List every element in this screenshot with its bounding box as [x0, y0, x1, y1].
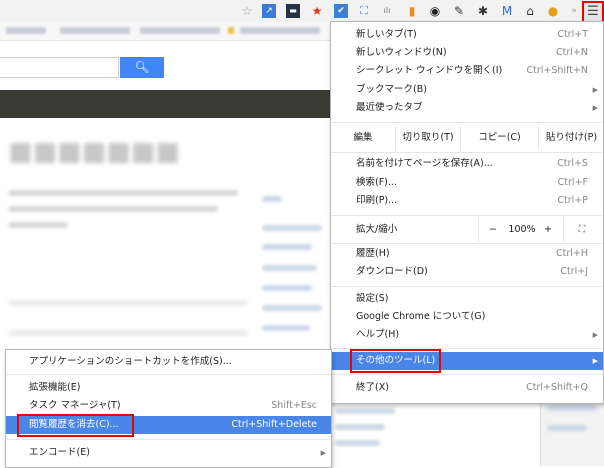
browser-toolbar: ☆ ↗ ▬ ★ ✔ ⛶ ılı ▮ ◉ ✎ ✱ M ⌂ ● » ☰: [0, 0, 604, 23]
annotation-box-more-tools: [350, 349, 441, 373]
extension-icon-6[interactable]: ılı: [380, 4, 394, 18]
fullscreen-icon[interactable]: ⛶: [575, 218, 589, 242]
zoom-row: 拡大/縮小 − 100% + ⛶: [331, 218, 603, 242]
extension-icon-8[interactable]: ◉: [428, 4, 442, 18]
submenu-arrow-icon: ▶: [592, 104, 598, 112]
menu-item-new-window[interactable]: 新しいウィンドウ(N) Ctrl+N: [331, 44, 603, 62]
gear-icon[interactable]: ✱: [476, 4, 490, 18]
menu-item-downloads[interactable]: ダウンロード(D) Ctrl+J: [331, 263, 603, 281]
overflow-icon[interactable]: »: [567, 4, 581, 18]
submenu-arrow-icon: ▶: [592, 86, 598, 94]
extension-icon-3[interactable]: ★: [310, 4, 324, 18]
annotation-box-clear-browsing: [17, 414, 134, 437]
submenu-arrow-icon: ▶: [592, 331, 598, 339]
cut-button[interactable]: 切り取り(T): [395, 126, 460, 150]
blurred-heading: ■■■■■■■: [8, 137, 180, 167]
extension-icon-5[interactable]: ⛶: [357, 4, 371, 18]
menu-item-exit[interactable]: 終了(X) Ctrl+Shift+Q: [331, 379, 603, 397]
submenu-item-task-manager[interactable]: タスク マネージャ(T) Shift+Esc: [6, 397, 331, 415]
menu-item-settings[interactable]: 設定(S): [331, 290, 603, 308]
submenu-arrow-icon: ▶: [592, 357, 598, 365]
edit-label: 編集: [353, 132, 373, 143]
zoom-in-button[interactable]: +: [541, 218, 555, 242]
menu-item-new-tab[interactable]: 新しいタブ(T) Ctrl+T: [331, 26, 603, 44]
eyedropper-icon[interactable]: ✎: [452, 4, 466, 18]
zoom-out-button[interactable]: −: [486, 218, 500, 242]
chrome-menu-button[interactable]: ☰: [582, 1, 604, 23]
extension-icon-4[interactable]: ✔: [334, 4, 348, 18]
zoom-label: 拡大/縮小: [356, 224, 398, 235]
mail-icon[interactable]: M: [500, 4, 514, 18]
menu-item-find[interactable]: 検索(F)... Ctrl+F: [331, 174, 603, 192]
submenu-item-extensions[interactable]: 拡張機能(E): [6, 379, 331, 397]
zoom-level: 100%: [508, 224, 536, 235]
more-tools-submenu: アプリケーションのショートカットを作成(S)... 拡張機能(E) タスク マネ…: [5, 349, 332, 468]
page-header-band: [0, 90, 332, 118]
submenu-arrow-icon: ▶: [320, 449, 326, 457]
extension-icon-1[interactable]: ↗: [262, 4, 276, 18]
chrome-menu: 新しいタブ(T) Ctrl+T 新しいウィンドウ(N) Ctrl+N シークレット …: [330, 21, 604, 404]
edit-row: 編集 切り取り(T) コピー(C) 貼り付け(P): [331, 126, 603, 150]
submenu-item-create-shortcut[interactable]: アプリケーションのショートカットを作成(S)...: [6, 353, 331, 371]
menu-item-incognito[interactable]: シークレット ウィンドウを開く(I) Ctrl+Shift+N: [331, 62, 603, 80]
paste-button[interactable]: 貼り付け(P): [538, 126, 604, 150]
menu-item-history[interactable]: 履歴(H) Ctrl+H: [331, 245, 603, 263]
extension-icon-7[interactable]: ▮: [405, 4, 419, 18]
copy-button[interactable]: コピー(C): [460, 126, 538, 150]
extension-icon-9[interactable]: ●: [546, 4, 560, 18]
menu-item-help[interactable]: ヘルプ(H) ▶: [331, 326, 603, 344]
star-icon[interactable]: ☆: [240, 4, 254, 18]
bookmarks-bar: [0, 22, 332, 41]
menu-item-bookmarks[interactable]: ブックマーク(B) ▶: [331, 81, 603, 99]
home-icon[interactable]: ⌂: [523, 4, 537, 18]
menu-item-about[interactable]: Google Chrome について(G): [331, 308, 603, 326]
hamburger-icon: ☰: [587, 4, 599, 19]
search-icon: 🔍︎: [134, 60, 150, 74]
menu-item-save-page[interactable]: 名前を付けてページを保存(A)... Ctrl+S: [331, 155, 603, 173]
search-button[interactable]: 🔍︎: [120, 57, 164, 78]
search-input[interactable]: [0, 57, 119, 78]
extension-icon-2[interactable]: ▬: [286, 4, 300, 18]
menu-item-print[interactable]: 印刷(P)... Ctrl+P: [331, 192, 603, 210]
menu-item-recent-tabs[interactable]: 最近使ったタブ ▶: [331, 99, 603, 117]
submenu-item-encoding[interactable]: エンコード(E) ▶: [6, 444, 331, 462]
